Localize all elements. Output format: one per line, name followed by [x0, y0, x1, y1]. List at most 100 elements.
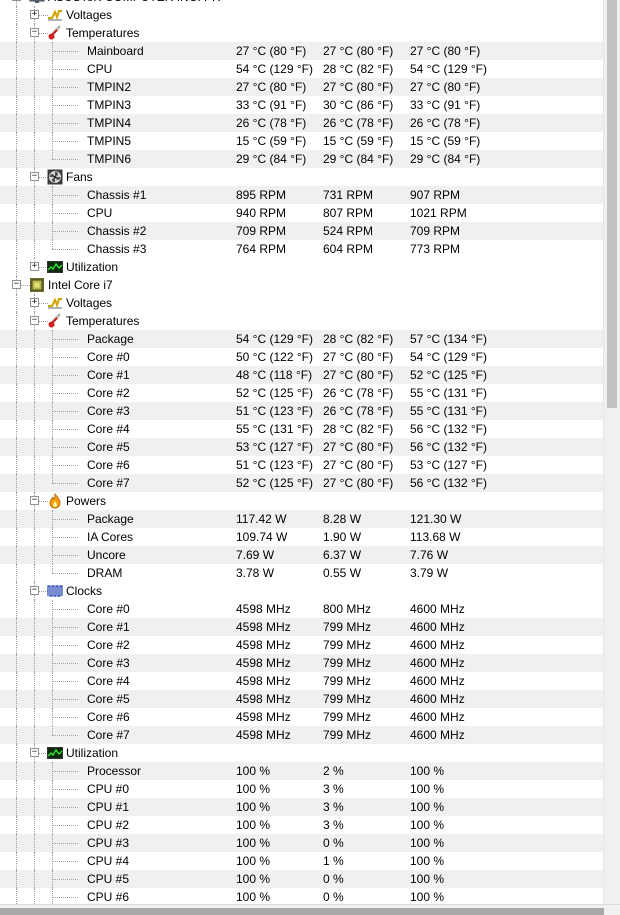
- sensor-row[interactable]: CPU #1 100 % 3 % 100 %: [0, 798, 604, 816]
- tree-group-row[interactable]: − Clocks: [0, 582, 604, 600]
- sensor-row[interactable]: CPU #2 100 % 3 % 100 %: [0, 816, 604, 834]
- sensor-row[interactable]: CPU 54 °C (129 °F) 28 °C (82 °F) 54 °C (129…: [0, 60, 604, 78]
- tree-group-row[interactable]: − Fans: [0, 168, 604, 186]
- collapse-icon[interactable]: −: [12, 0, 21, 1]
- sensor-label: TMPIN5: [87, 134, 132, 148]
- sensor-row[interactable]: IA Cores 109.74 W 1.90 W 113.68 W: [0, 528, 604, 546]
- collapse-icon[interactable]: −: [30, 172, 39, 181]
- sensor-row[interactable]: Package 54 °C (129 °F) 28 °C (82 °F) 57 °C …: [0, 330, 604, 348]
- sensor-label: TMPIN4: [87, 116, 132, 130]
- value-max: 27 °C (80 °F): [410, 44, 481, 58]
- sensor-row[interactable]: CPU 940 RPM 807 RPM 1021 RPM: [0, 204, 604, 222]
- sensor-label: CPU #0: [87, 782, 130, 796]
- sensor-label: Chassis #1: [87, 188, 147, 202]
- tree-guide-line: [34, 366, 35, 384]
- value-min: 28 °C (82 °F): [323, 62, 394, 76]
- expand-icon[interactable]: +: [30, 262, 39, 271]
- sensor-row[interactable]: TMPIN6 29 °C (84 °F) 29 °C (84 °F) 29 °C (8…: [0, 150, 604, 168]
- sensor-row[interactable]: TMPIN5 15 °C (59 °F) 15 °C (59 °F) 15 °C (5…: [0, 132, 604, 150]
- sensor-row[interactable]: Core #6 51 °C (123 °F) 27 °C (80 °F) 53 °C …: [0, 456, 604, 474]
- tree-group-row[interactable]: + Voltages: [0, 294, 604, 312]
- collapse-icon[interactable]: −: [12, 280, 21, 289]
- sensor-row[interactable]: Core #7 4598 MHz 799 MHz 4600 MHz: [0, 726, 604, 744]
- value-min: 8.28 W: [323, 512, 362, 526]
- sensor-row[interactable]: Core #6 4598 MHz 799 MHz 4600 MHz: [0, 708, 604, 726]
- sensor-row[interactable]: CPU #0 100 % 3 % 100 %: [0, 780, 604, 798]
- tree-guide-line: [16, 780, 17, 798]
- sensor-row[interactable]: Chassis #1 895 RPM 731 RPM 907 RPM: [0, 186, 604, 204]
- sensor-row[interactable]: Core #3 51 °C (123 °F) 26 °C (78 °F) 55 °C …: [0, 402, 604, 420]
- collapse-icon[interactable]: −: [30, 748, 39, 757]
- sensor-row[interactable]: Processor 100 % 2 % 100 %: [0, 762, 604, 780]
- sensor-row[interactable]: Core #4 55 °C (131 °F) 28 °C (82 °F) 56 °C …: [0, 420, 604, 438]
- value-max: 53 °C (127 °F): [410, 458, 487, 472]
- collapse-icon[interactable]: −: [30, 586, 39, 595]
- tree-group-row[interactable]: + Utilization: [0, 258, 604, 276]
- tree-connector-line: [52, 771, 78, 772]
- tree-guide-line: [16, 222, 17, 240]
- tree-group-row[interactable]: − Temperatures: [0, 312, 604, 330]
- sensor-row[interactable]: Core #7 52 °C (125 °F) 27 °C (80 °F) 56 °C …: [0, 474, 604, 492]
- value-max: 57 °C (134 °F): [410, 332, 487, 346]
- value-min: 799 MHz: [323, 656, 372, 670]
- thermometer-icon: [47, 25, 63, 41]
- tree-group-row[interactable]: − Intel Core i7: [0, 276, 604, 294]
- sensor-row[interactable]: Core #4 4598 MHz 799 MHz 4600 MHz: [0, 672, 604, 690]
- tree-connector-line: [52, 474, 53, 483]
- tree-connector-line: [52, 357, 78, 358]
- value-min: 800 MHz: [323, 602, 372, 616]
- sensor-row[interactable]: Core #2 4598 MHz 799 MHz 4600 MHz: [0, 636, 604, 654]
- vertical-scrollbar[interactable]: [603, 0, 620, 905]
- expand-icon[interactable]: +: [30, 10, 39, 19]
- sensor-row[interactable]: CPU #5 100 % 0 % 100 %: [0, 870, 604, 888]
- sensor-row[interactable]: Mainboard 27 °C (80 °F) 27 °C (80 °F) 27 °C…: [0, 42, 604, 60]
- collapse-icon[interactable]: −: [30, 316, 39, 325]
- tree-guide-line: [16, 690, 17, 708]
- sensor-row[interactable]: Chassis #3 764 RPM 604 RPM 773 RPM: [0, 240, 604, 258]
- horizontal-scrollbar[interactable]: [0, 904, 620, 915]
- sensor-row[interactable]: Core #3 4598 MHz 799 MHz 4600 MHz: [0, 654, 604, 672]
- tree-connector-line: [52, 159, 78, 160]
- sensor-row[interactable]: Core #5 4598 MHz 799 MHz 4600 MHz: [0, 690, 604, 708]
- tree-guide-line: [34, 204, 35, 222]
- sensor-label: Core #2: [87, 638, 130, 652]
- group-label-voltages: Voltages: [66, 8, 113, 22]
- tree-connector-line: [52, 843, 78, 844]
- collapse-icon[interactable]: −: [30, 496, 39, 505]
- sensor-row[interactable]: Core #2 52 °C (125 °F) 26 °C (78 °F) 55 °C …: [0, 384, 604, 402]
- collapse-icon[interactable]: −: [30, 28, 39, 37]
- value-current: 100 %: [236, 764, 271, 778]
- sensor-row[interactable]: TMPIN3 33 °C (91 °F) 30 °C (86 °F) 33 °C (9…: [0, 96, 604, 114]
- tree-guide-line: [16, 78, 17, 96]
- tree-guide-line: [34, 564, 35, 582]
- tree-connector-line: [52, 879, 78, 880]
- sensor-row[interactable]: Core #1 4598 MHz 799 MHz 4600 MHz: [0, 618, 604, 636]
- sensor-row[interactable]: Package 117.42 W 8.28 W 121.30 W: [0, 510, 604, 528]
- sensor-row[interactable]: Core #0 4598 MHz 800 MHz 4600 MHz: [0, 600, 604, 618]
- sensor-row[interactable]: TMPIN4 26 °C (78 °F) 26 °C (78 °F) 26 °C (7…: [0, 114, 604, 132]
- tree-connector-line: [52, 897, 78, 898]
- tree-guide-line: [16, 258, 17, 276]
- expand-icon[interactable]: +: [30, 298, 39, 307]
- sensor-row[interactable]: Core #1 48 °C (118 °F) 27 °C (80 °F) 52 °C …: [0, 366, 604, 384]
- horizontal-scroll-thumb[interactable]: [0, 908, 604, 915]
- sensor-label: CPU: [87, 62, 113, 76]
- tree-connector-line: [52, 87, 78, 88]
- tree-group-row[interactable]: − Utilization: [0, 744, 604, 762]
- sensor-row[interactable]: CPU #3 100 % 0 % 100 %: [0, 834, 604, 852]
- tree-group-row[interactable]: − Powers: [0, 492, 604, 510]
- tree-connector-line: [52, 717, 78, 718]
- sensor-row[interactable]: Core #0 50 °C (122 °F) 27 °C (80 °F) 54 °C …: [0, 348, 604, 366]
- sensor-row[interactable]: CPU #4 100 % 1 % 100 %: [0, 852, 604, 870]
- tree-group-row[interactable]: + Voltages: [0, 6, 604, 24]
- tree-group-row[interactable]: − Temperatures: [0, 24, 604, 42]
- sensor-row[interactable]: DRAM 3.78 W 0.55 W 3.79 W: [0, 564, 604, 582]
- sensor-row[interactable]: TMPIN2 27 °C (80 °F) 27 °C (80 °F) 27 °C (8…: [0, 78, 604, 96]
- tree-guide-line: [16, 618, 17, 636]
- sensor-row[interactable]: Chassis #2 709 RPM 524 RPM 709 RPM: [0, 222, 604, 240]
- value-current: 4598 MHz: [236, 692, 291, 706]
- value-max: 100 %: [410, 836, 445, 850]
- sensor-row[interactable]: Uncore 7.69 W 6.37 W 7.76 W: [0, 546, 604, 564]
- vertical-scroll-thumb[interactable]: [607, 0, 617, 408]
- sensor-row[interactable]: Core #5 53 °C (127 °F) 27 °C (80 °F) 56 °C …: [0, 438, 604, 456]
